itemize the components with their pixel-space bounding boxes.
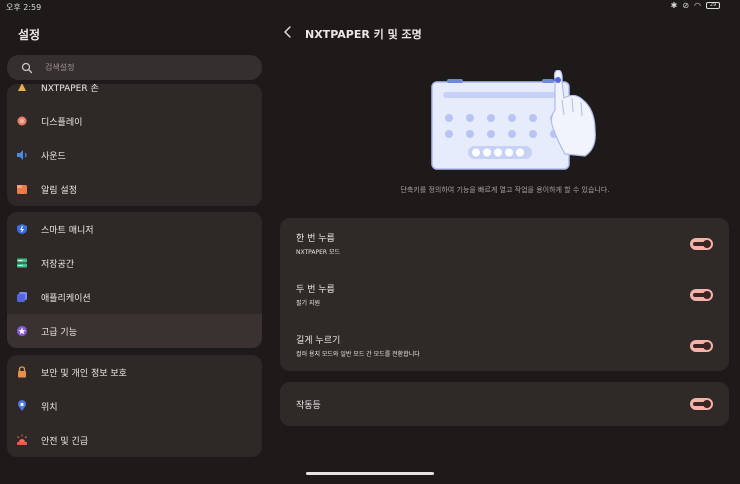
apps-icon: [15, 290, 29, 304]
display-icon: [15, 114, 29, 128]
settings-group-3: 보안 및 개인 정보 보호 위치 안전 및 긴급: [7, 355, 262, 457]
sidebar-item-label: 보안 및 개인 정보 보호: [41, 368, 127, 379]
indicator-light-toggle[interactable]: [690, 398, 713, 410]
indicator-light-title: 작동등: [296, 401, 321, 411]
sidebar-item-label: NXTPAPER 존: [41, 84, 99, 94]
sidebar-item-location[interactable]: 위치: [7, 389, 262, 423]
sidebar-item-nxtpaper[interactable]: NXTPAPER 존: [7, 84, 262, 104]
single-press-row[interactable]: 한 번 누름 NXTPAPER 모드: [280, 218, 729, 269]
status-icons: ✱ ⊘ ◠ 29: [671, 1, 720, 10]
long-press-subtitle: 컬러 용지 모드와 일반 모드 간 모드를 전환합니다: [296, 351, 420, 358]
single-press-title: 한 번 누름: [296, 234, 335, 244]
settings-nav-pane: 설정 검색설정 NXTPAPER 존 디스플레이 사운드 알림 설정 스마트 매…: [0, 14, 270, 484]
sidebar-item-label: 애플리케이션: [41, 293, 91, 304]
sidebar-item-sound[interactable]: 사운드: [7, 138, 262, 172]
toggle-knob: [703, 240, 711, 248]
emergency-icon: [15, 433, 29, 447]
press-actions-card: 한 번 누름 NXTPAPER 모드 두 번 누름 필기 지원 길게 누르기 컬…: [280, 218, 729, 371]
sidebar-item-label: 저장공간: [41, 259, 75, 270]
double-press-toggle[interactable]: [690, 289, 713, 301]
single-press-toggle[interactable]: [690, 238, 713, 250]
double-press-subtitle: 필기 지원: [296, 300, 320, 307]
sidebar-item-advanced-features[interactable]: 고급 기능: [7, 314, 262, 348]
sidebar-item-notifications[interactable]: 알림 설정: [7, 172, 262, 206]
battery-icon: 29: [706, 2, 720, 9]
long-press-title: 길게 누르기: [296, 336, 341, 346]
storage-icon: [15, 256, 29, 270]
sidebar-item-label: 위치: [41, 402, 58, 413]
toggle-knob: [703, 400, 711, 408]
sound-icon: [15, 148, 29, 162]
toggle-knob: [703, 342, 711, 350]
sidebar-item-security[interactable]: 보안 및 개인 정보 보호: [7, 355, 262, 389]
lock-icon: [15, 365, 29, 379]
sidebar-item-label: 스마트 매니저: [41, 225, 94, 236]
home-indicator[interactable]: [306, 472, 434, 475]
settings-group-2: 스마트 매니저 저장공간 애플리케이션 고급 기능: [7, 212, 262, 348]
sidebar-item-smart-manager[interactable]: 스마트 매니저: [7, 212, 262, 246]
feature-description: 단축키를 정의하여 기능을 빠르게 열고 작업을 용이하게 할 수 있습니다.: [400, 186, 610, 194]
sidebar-item-label: 안전 및 긴급: [41, 436, 89, 447]
mute-icon: ⊘: [682, 1, 690, 10]
location-icon: [15, 399, 29, 413]
indicator-light-card: 작동등: [280, 382, 729, 426]
status-time: 오후 2:59: [6, 3, 42, 12]
search-icon: [21, 62, 33, 73]
smart-manager-icon: [15, 222, 29, 236]
sidebar-item-display[interactable]: 디스플레이: [7, 104, 262, 138]
detail-pane: NXTPAPER 키 및 조명 단축키를 정의하여 기능을 빠르게 열고 작업을…: [270, 14, 740, 484]
back-arrow-icon[interactable]: [282, 25, 294, 39]
search-input[interactable]: 검색설정: [7, 55, 262, 80]
sidebar-item-safety-emergency[interactable]: 안전 및 긴급: [7, 423, 262, 457]
indicator-light-row[interactable]: 작동등: [280, 382, 729, 426]
search-placeholder: 검색설정: [45, 63, 75, 72]
settings-group-1: NXTPAPER 존 디스플레이 사운드 알림 설정: [7, 84, 262, 206]
double-press-row[interactable]: 두 번 누름 필기 지원: [280, 269, 729, 320]
long-press-row[interactable]: 길게 누르기 컬러 용지 모드와 일반 모드 간 모드를 전환합니다: [280, 320, 729, 371]
sidebar-item-storage[interactable]: 저장공간: [7, 246, 262, 280]
nxtpaper-icon: [15, 84, 29, 94]
sidebar-item-label: 고급 기능: [41, 327, 77, 338]
advanced-features-icon: [15, 324, 29, 338]
keyboard-illustration: [431, 70, 596, 170]
notification-icon: [15, 182, 29, 196]
bluetooth-icon: ✱: [670, 1, 678, 10]
sidebar-item-label: 디스플레이: [41, 117, 83, 128]
status-bar: 오후 2:59 ✱ ⊘ ◠ 29: [0, 0, 740, 14]
sidebar-item-apps[interactable]: 애플리케이션: [7, 280, 262, 314]
sidebar-item-label: 사운드: [41, 151, 66, 162]
long-press-toggle[interactable]: [690, 340, 713, 352]
wifi-icon: ◠: [694, 1, 701, 10]
single-press-subtitle: NXTPAPER 모드: [296, 249, 341, 256]
page-title: 설정: [18, 28, 41, 42]
page-title: NXTPAPER 키 및 조명: [305, 28, 422, 41]
sidebar-item-label: 알림 설정: [41, 185, 77, 196]
double-press-title: 두 번 누름: [296, 285, 335, 295]
toggle-knob: [703, 291, 711, 299]
